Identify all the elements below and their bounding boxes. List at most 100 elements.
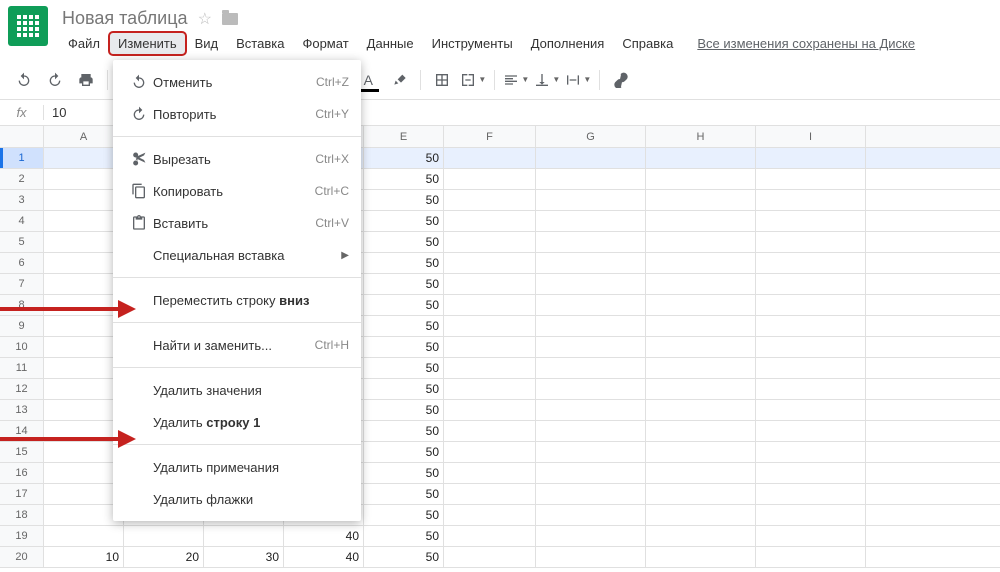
cell[interactable] bbox=[444, 484, 536, 504]
cell[interactable] bbox=[756, 505, 866, 525]
col-header[interactable]: A bbox=[44, 126, 124, 147]
menu-view[interactable]: Вид bbox=[187, 33, 227, 54]
cell[interactable]: 50 bbox=[364, 316, 444, 336]
row-header[interactable]: 4 bbox=[0, 211, 44, 231]
cell[interactable] bbox=[646, 505, 756, 525]
cell[interactable] bbox=[204, 526, 284, 546]
cell[interactable]: 50 bbox=[364, 358, 444, 378]
row-header[interactable]: 13 bbox=[0, 400, 44, 420]
cell[interactable] bbox=[756, 421, 866, 441]
row-header[interactable]: 6 bbox=[0, 253, 44, 273]
cell[interactable] bbox=[444, 526, 536, 546]
row-header[interactable]: 7 bbox=[0, 274, 44, 294]
cell[interactable] bbox=[756, 463, 866, 483]
cell[interactable] bbox=[756, 190, 866, 210]
cell[interactable] bbox=[646, 358, 756, 378]
menu-delete-notes[interactable]: Удалить примечания bbox=[113, 451, 361, 483]
cell[interactable] bbox=[756, 526, 866, 546]
menu-delete-checkboxes[interactable]: Удалить флажки bbox=[113, 483, 361, 515]
cell[interactable] bbox=[756, 442, 866, 462]
cell[interactable] bbox=[536, 211, 646, 231]
cell[interactable] bbox=[444, 421, 536, 441]
cell[interactable] bbox=[44, 337, 124, 357]
wrap-button[interactable]: ▼ bbox=[564, 66, 592, 94]
col-header[interactable]: I bbox=[756, 126, 866, 147]
menu-delete-row[interactable]: Удалить строку 1 bbox=[113, 406, 361, 438]
cell[interactable]: 50 bbox=[364, 253, 444, 273]
cell[interactable]: 50 bbox=[364, 442, 444, 462]
cell[interactable] bbox=[756, 379, 866, 399]
cell[interactable]: 40 bbox=[284, 547, 364, 567]
cell[interactable] bbox=[44, 484, 124, 504]
cell[interactable] bbox=[646, 484, 756, 504]
save-status[interactable]: Все изменения сохранены на Диске bbox=[697, 36, 915, 51]
cell[interactable]: 50 bbox=[364, 526, 444, 546]
cell[interactable] bbox=[44, 316, 124, 336]
col-header[interactable]: H bbox=[646, 126, 756, 147]
cell[interactable]: 20 bbox=[124, 547, 204, 567]
cell[interactable] bbox=[536, 526, 646, 546]
cell[interactable] bbox=[646, 463, 756, 483]
cell[interactable] bbox=[646, 547, 756, 567]
cell[interactable] bbox=[756, 253, 866, 273]
cell[interactable] bbox=[536, 253, 646, 273]
cell[interactable] bbox=[536, 505, 646, 525]
menu-cut[interactable]: Вырезать Ctrl+X bbox=[113, 143, 361, 175]
cell[interactable] bbox=[646, 190, 756, 210]
cell[interactable]: 50 bbox=[364, 148, 444, 168]
cell[interactable]: 50 bbox=[364, 547, 444, 567]
cell[interactable] bbox=[444, 547, 536, 567]
cell[interactable] bbox=[536, 421, 646, 441]
cell[interactable] bbox=[444, 253, 536, 273]
cell[interactable] bbox=[536, 274, 646, 294]
cell[interactable] bbox=[124, 526, 204, 546]
borders-button[interactable] bbox=[428, 66, 456, 94]
row-header[interactable]: 5 bbox=[0, 232, 44, 252]
cell[interactable] bbox=[44, 463, 124, 483]
row-header[interactable]: 1 bbox=[0, 148, 44, 168]
cell[interactable] bbox=[756, 148, 866, 168]
cell[interactable] bbox=[444, 337, 536, 357]
row-header[interactable]: 16 bbox=[0, 463, 44, 483]
cell[interactable] bbox=[44, 379, 124, 399]
menu-file[interactable]: Файл bbox=[60, 33, 108, 54]
cell[interactable] bbox=[536, 169, 646, 189]
cell[interactable] bbox=[646, 253, 756, 273]
cell[interactable] bbox=[44, 358, 124, 378]
cell[interactable] bbox=[536, 400, 646, 420]
cell[interactable]: 50 bbox=[364, 337, 444, 357]
cell[interactable] bbox=[756, 295, 866, 315]
menu-paste-special[interactable]: Специальная вставка ▶ bbox=[113, 239, 361, 271]
cell[interactable] bbox=[444, 169, 536, 189]
menu-edit[interactable]: Изменить bbox=[110, 33, 185, 54]
cell[interactable] bbox=[646, 148, 756, 168]
row-header[interactable]: 2 bbox=[0, 169, 44, 189]
cell[interactable]: 50 bbox=[364, 421, 444, 441]
print-button[interactable] bbox=[72, 66, 100, 94]
cell[interactable] bbox=[646, 274, 756, 294]
col-header[interactable]: E bbox=[364, 126, 444, 147]
cell[interactable] bbox=[756, 547, 866, 567]
cell[interactable] bbox=[536, 295, 646, 315]
halign-button[interactable]: ▼ bbox=[502, 66, 530, 94]
formula-input[interactable]: 10 bbox=[44, 105, 66, 120]
cell[interactable] bbox=[44, 148, 124, 168]
cell[interactable] bbox=[536, 232, 646, 252]
cell[interactable] bbox=[646, 232, 756, 252]
cell[interactable] bbox=[44, 274, 124, 294]
cell[interactable] bbox=[536, 358, 646, 378]
cell[interactable] bbox=[646, 337, 756, 357]
cell[interactable] bbox=[444, 442, 536, 462]
row-header[interactable]: 18 bbox=[0, 505, 44, 525]
menu-help[interactable]: Справка bbox=[614, 33, 681, 54]
cell[interactable] bbox=[444, 274, 536, 294]
cell[interactable] bbox=[444, 463, 536, 483]
cell[interactable] bbox=[444, 232, 536, 252]
col-header[interactable]: F bbox=[444, 126, 536, 147]
menu-undo[interactable]: Отменить Ctrl+Z bbox=[113, 66, 361, 98]
cell[interactable] bbox=[444, 190, 536, 210]
cell[interactable]: 50 bbox=[364, 211, 444, 231]
star-icon[interactable]: ☆ bbox=[198, 9, 212, 29]
cell[interactable] bbox=[44, 400, 124, 420]
cell[interactable]: 50 bbox=[364, 274, 444, 294]
